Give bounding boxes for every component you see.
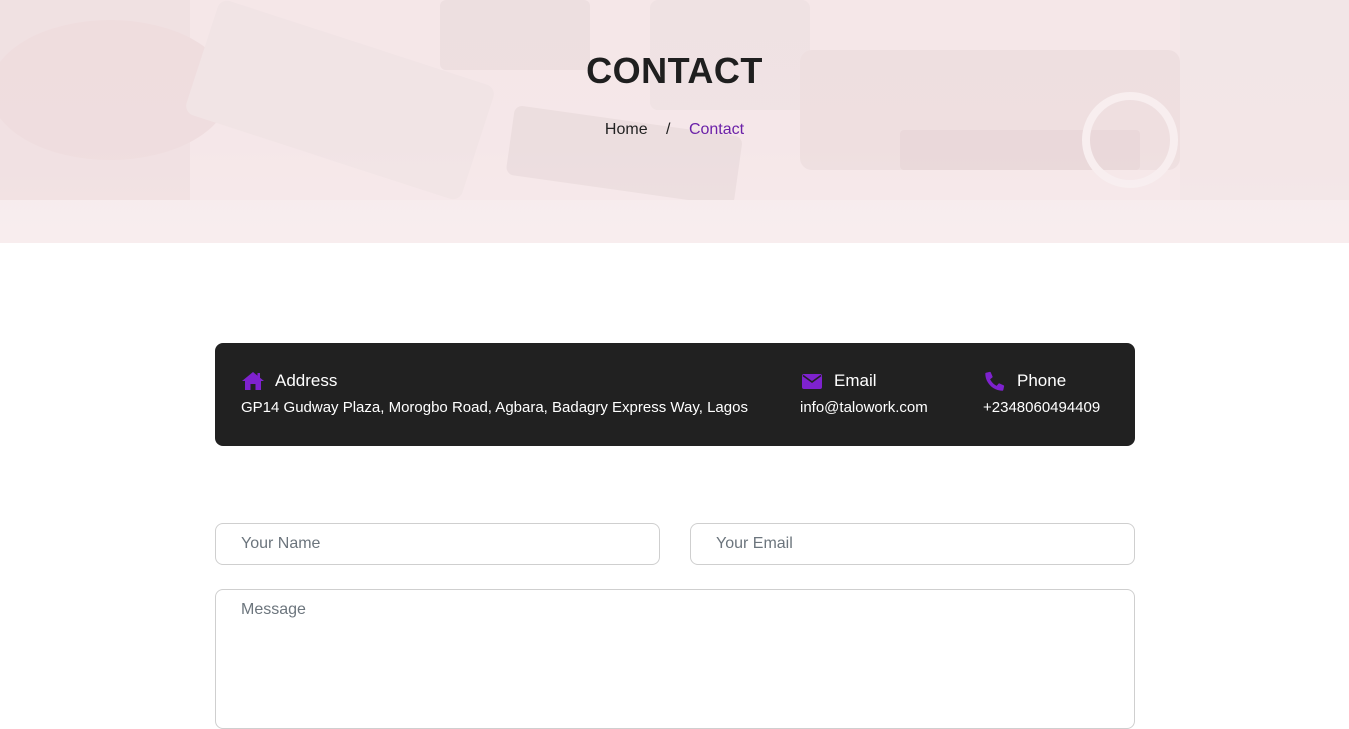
address-info: Address GP14 Gudway Plaza, Morogbo Road,… (241, 369, 748, 416)
breadcrumb: Home / Contact (0, 121, 1349, 139)
page-hero: CONTACT Home / Contact (0, 0, 1349, 243)
address-value: GP14 Gudway Plaza, Morogbo Road, Agbara,… (241, 399, 748, 416)
phone-label: Phone (1017, 371, 1067, 390)
phone-icon (983, 369, 1007, 393)
breadcrumb-current: Contact (688, 121, 745, 138)
email-label: Email (834, 371, 877, 390)
envelope-icon (800, 369, 824, 393)
email-info: Email info@talowork.com (800, 369, 928, 416)
name-input[interactable] (215, 523, 660, 565)
phone-info: Phone +2348060494409 (983, 369, 1100, 416)
breadcrumb-home-link[interactable]: Home (605, 121, 648, 138)
email-input[interactable] (690, 523, 1135, 565)
home-icon (241, 369, 265, 393)
contact-info-bar: Address GP14 Gudway Plaza, Morogbo Road,… (215, 343, 1135, 446)
message-textarea[interactable] (215, 589, 1135, 729)
phone-value[interactable]: +2348060494409 (983, 399, 1100, 416)
email-value[interactable]: info@talowork.com (800, 399, 928, 416)
page-title: CONTACT (586, 50, 763, 91)
breadcrumb-separator: / (666, 121, 671, 138)
address-label: Address (275, 371, 338, 390)
